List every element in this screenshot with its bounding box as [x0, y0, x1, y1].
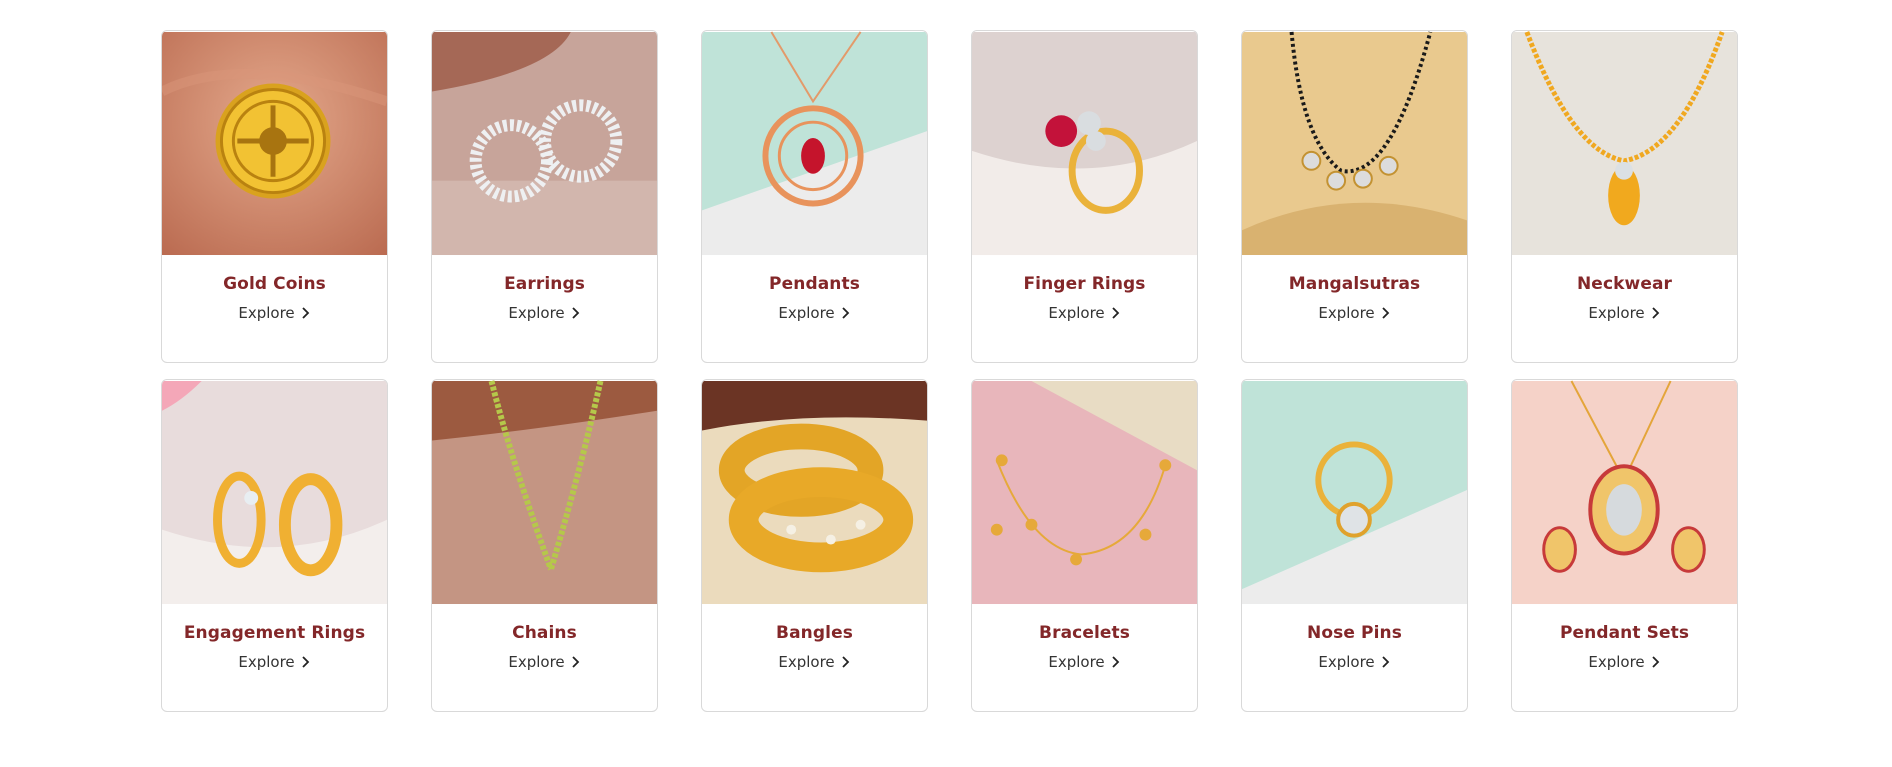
explore-label: Explore — [1048, 304, 1105, 322]
explore-label: Explore — [1318, 653, 1375, 671]
explore-label: Explore — [508, 304, 565, 322]
category-card-earrings[interactable]: Earrings Explore — [431, 30, 658, 363]
chevron-right-icon — [1382, 656, 1389, 668]
gold-coin-image — [162, 31, 387, 256]
category-title: Chains — [512, 623, 577, 643]
chevron-right-icon — [1382, 307, 1389, 319]
mangalsutra-image — [1242, 31, 1467, 256]
section-heading-decoration — [888, 0, 1028, 6]
chevron-right-icon — [1652, 656, 1659, 668]
category-card-engagement-rings[interactable]: Engagement Rings Explore — [161, 379, 388, 712]
chevron-right-icon — [302, 656, 309, 668]
category-card-nose-pins[interactable]: Nose Pins Explore — [1241, 379, 1468, 712]
chevron-right-icon — [1652, 307, 1659, 319]
neckwear-image — [1512, 31, 1737, 256]
explore-link[interactable]: Explore — [508, 653, 580, 671]
explore-link[interactable]: Explore — [778, 304, 850, 322]
bracelet-image — [972, 380, 1197, 605]
explore-link[interactable]: Explore — [508, 304, 580, 322]
category-grid: Gold Coins Explore Earrings Explore Pend… — [161, 30, 1738, 712]
explore-link[interactable]: Explore — [1048, 304, 1120, 322]
category-card-mangalsutras[interactable]: Mangalsutras Explore — [1241, 30, 1468, 363]
category-title: Neckwear — [1576, 274, 1673, 294]
category-card-chains[interactable]: Chains Explore — [431, 379, 658, 712]
explore-label: Explore — [1588, 304, 1645, 322]
finger-ring-image — [972, 31, 1197, 256]
earrings-image — [432, 31, 657, 256]
category-title: Pendants — [769, 274, 860, 294]
explore-link[interactable]: Explore — [1588, 304, 1660, 322]
engagement-rings-image — [162, 380, 387, 605]
explore-label: Explore — [508, 653, 565, 671]
explore-link[interactable]: Explore — [1318, 653, 1390, 671]
explore-link[interactable]: Explore — [1048, 653, 1120, 671]
explore-label: Explore — [238, 304, 295, 322]
category-card-gold-coins[interactable]: Gold Coins Explore — [161, 30, 388, 363]
explore-link[interactable]: Explore — [238, 304, 310, 322]
chevron-right-icon — [302, 307, 309, 319]
explore-label: Explore — [778, 653, 835, 671]
category-title: Finger Rings — [1023, 274, 1146, 294]
category-card-pendant-sets[interactable]: Pendant Sets Explore — [1511, 379, 1738, 712]
category-title: Mangalsutras — [1288, 274, 1421, 294]
category-card-bangles[interactable]: Bangles Explore — [701, 379, 928, 712]
pendant-image — [702, 31, 927, 256]
bangles-image — [702, 380, 927, 605]
category-title: Earrings — [504, 274, 585, 294]
explore-link[interactable]: Explore — [238, 653, 310, 671]
chevron-right-icon — [1112, 656, 1119, 668]
pendant-set-image — [1512, 380, 1737, 605]
category-card-pendants[interactable]: Pendants Explore — [701, 30, 928, 363]
category-title: Nose Pins — [1307, 623, 1402, 643]
explore-link[interactable]: Explore — [1318, 304, 1390, 322]
category-card-bracelets[interactable]: Bracelets Explore — [971, 379, 1198, 712]
category-title: Pendant Sets — [1559, 623, 1690, 643]
explore-link[interactable]: Explore — [1588, 653, 1660, 671]
chevron-right-icon — [842, 307, 849, 319]
category-title: Engagement Rings — [183, 623, 366, 643]
category-card-neckwear[interactable]: Neckwear Explore — [1511, 30, 1738, 363]
category-title: Bangles — [776, 623, 853, 643]
explore-label: Explore — [1048, 653, 1105, 671]
explore-label: Explore — [1318, 304, 1375, 322]
chevron-right-icon — [572, 307, 579, 319]
chain-image — [432, 380, 657, 605]
explore-label: Explore — [778, 304, 835, 322]
category-card-finger-rings[interactable]: Finger Rings Explore — [971, 30, 1198, 363]
category-title: Gold Coins — [223, 274, 326, 294]
category-title: Bracelets — [1039, 623, 1130, 643]
explore-label: Explore — [1588, 653, 1645, 671]
chevron-right-icon — [572, 656, 579, 668]
chevron-right-icon — [1112, 307, 1119, 319]
chevron-right-icon — [842, 656, 849, 668]
explore-link[interactable]: Explore — [778, 653, 850, 671]
explore-label: Explore — [238, 653, 295, 671]
nose-pin-image — [1242, 380, 1467, 605]
